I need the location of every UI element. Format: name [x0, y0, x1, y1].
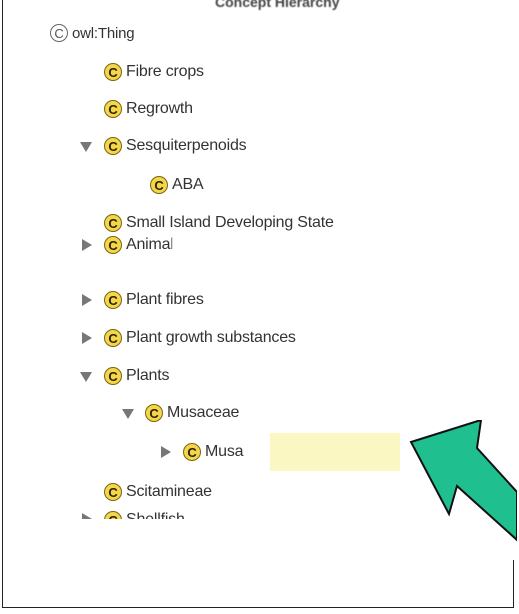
tree-node-label: Musa — [205, 443, 244, 460]
tree-node-label: owl:Thing — [72, 24, 135, 42]
class-icon: C — [183, 443, 201, 461]
tree-node-label: Fibre crops — [126, 63, 204, 80]
tree-node-plant-fibres[interactable]: C Plant fibres — [104, 283, 204, 317]
tree-node-sesquiterpenoids[interactable]: C Sesquiterpenoids — [104, 129, 247, 163]
tree-node-musa[interactable]: C Musa — [183, 435, 244, 469]
tree-node-label: Regrowth — [126, 100, 193, 117]
smudge-overlay — [172, 232, 292, 258]
class-icon: C — [104, 100, 122, 118]
tree-node-shellfish[interactable]: C Shellfish — [104, 505, 185, 519]
class-icon: C — [104, 367, 122, 385]
collapse-toggle-icon[interactable] — [82, 294, 92, 306]
tree-node-musaceae[interactable]: C Musaceae — [145, 396, 239, 430]
tree-node-animal[interactable]: C Animal — [104, 228, 174, 262]
tree-node-label: Shellfish — [126, 511, 185, 519]
tree-node-label: Plant fibres — [126, 291, 204, 308]
class-icon: C — [104, 236, 122, 254]
class-icon: C — [145, 404, 163, 422]
tree-node-scitamineae[interactable]: C Scitamineae — [104, 475, 212, 509]
collapse-toggle-icon[interactable] — [82, 332, 92, 344]
tree-node-plants[interactable]: C Plants — [104, 359, 169, 393]
tree-node-label: ABA — [172, 176, 204, 193]
tree-node-label: Musaceae — [167, 404, 240, 421]
arrow-pointer-icon — [409, 420, 517, 542]
tree-node-fibre-crops[interactable]: C Fibre crops — [104, 55, 204, 89]
class-icon: C — [104, 329, 122, 347]
tree-node-label: Sesquiterpenoids — [126, 137, 247, 154]
tree-node-regrowth[interactable]: C Regrowth — [104, 92, 193, 126]
expand-toggle-icon[interactable] — [80, 142, 92, 152]
class-icon: C — [104, 483, 122, 501]
clipped-row-container: C Shellfish — [60, 505, 405, 519]
collapse-toggle-icon[interactable] — [82, 513, 92, 519]
tree-node-aba[interactable]: C ABA — [150, 168, 204, 202]
tree-node-label: Animal — [126, 236, 174, 253]
collapse-toggle-icon[interactable] — [161, 446, 171, 458]
tree-node-plant-growth-substances[interactable]: C Plant growth substances — [104, 321, 296, 355]
tree-node-label: Plants — [126, 367, 170, 384]
class-icon: C — [104, 511, 122, 519]
tree-node-owl-thing[interactable]: C owl:Thing — [50, 16, 135, 50]
collapse-toggle-icon[interactable] — [82, 239, 92, 251]
expand-toggle-icon[interactable] — [122, 409, 134, 419]
tree-node-label: Plant growth substances — [126, 329, 296, 346]
class-icon: C — [50, 24, 68, 42]
class-icon: C — [150, 176, 168, 194]
tree-node-label: Scitamineae — [126, 483, 212, 500]
expand-toggle-icon[interactable] — [80, 372, 92, 382]
class-icon: C — [104, 291, 122, 309]
class-icon: C — [104, 137, 122, 155]
class-icon: C — [104, 63, 122, 81]
